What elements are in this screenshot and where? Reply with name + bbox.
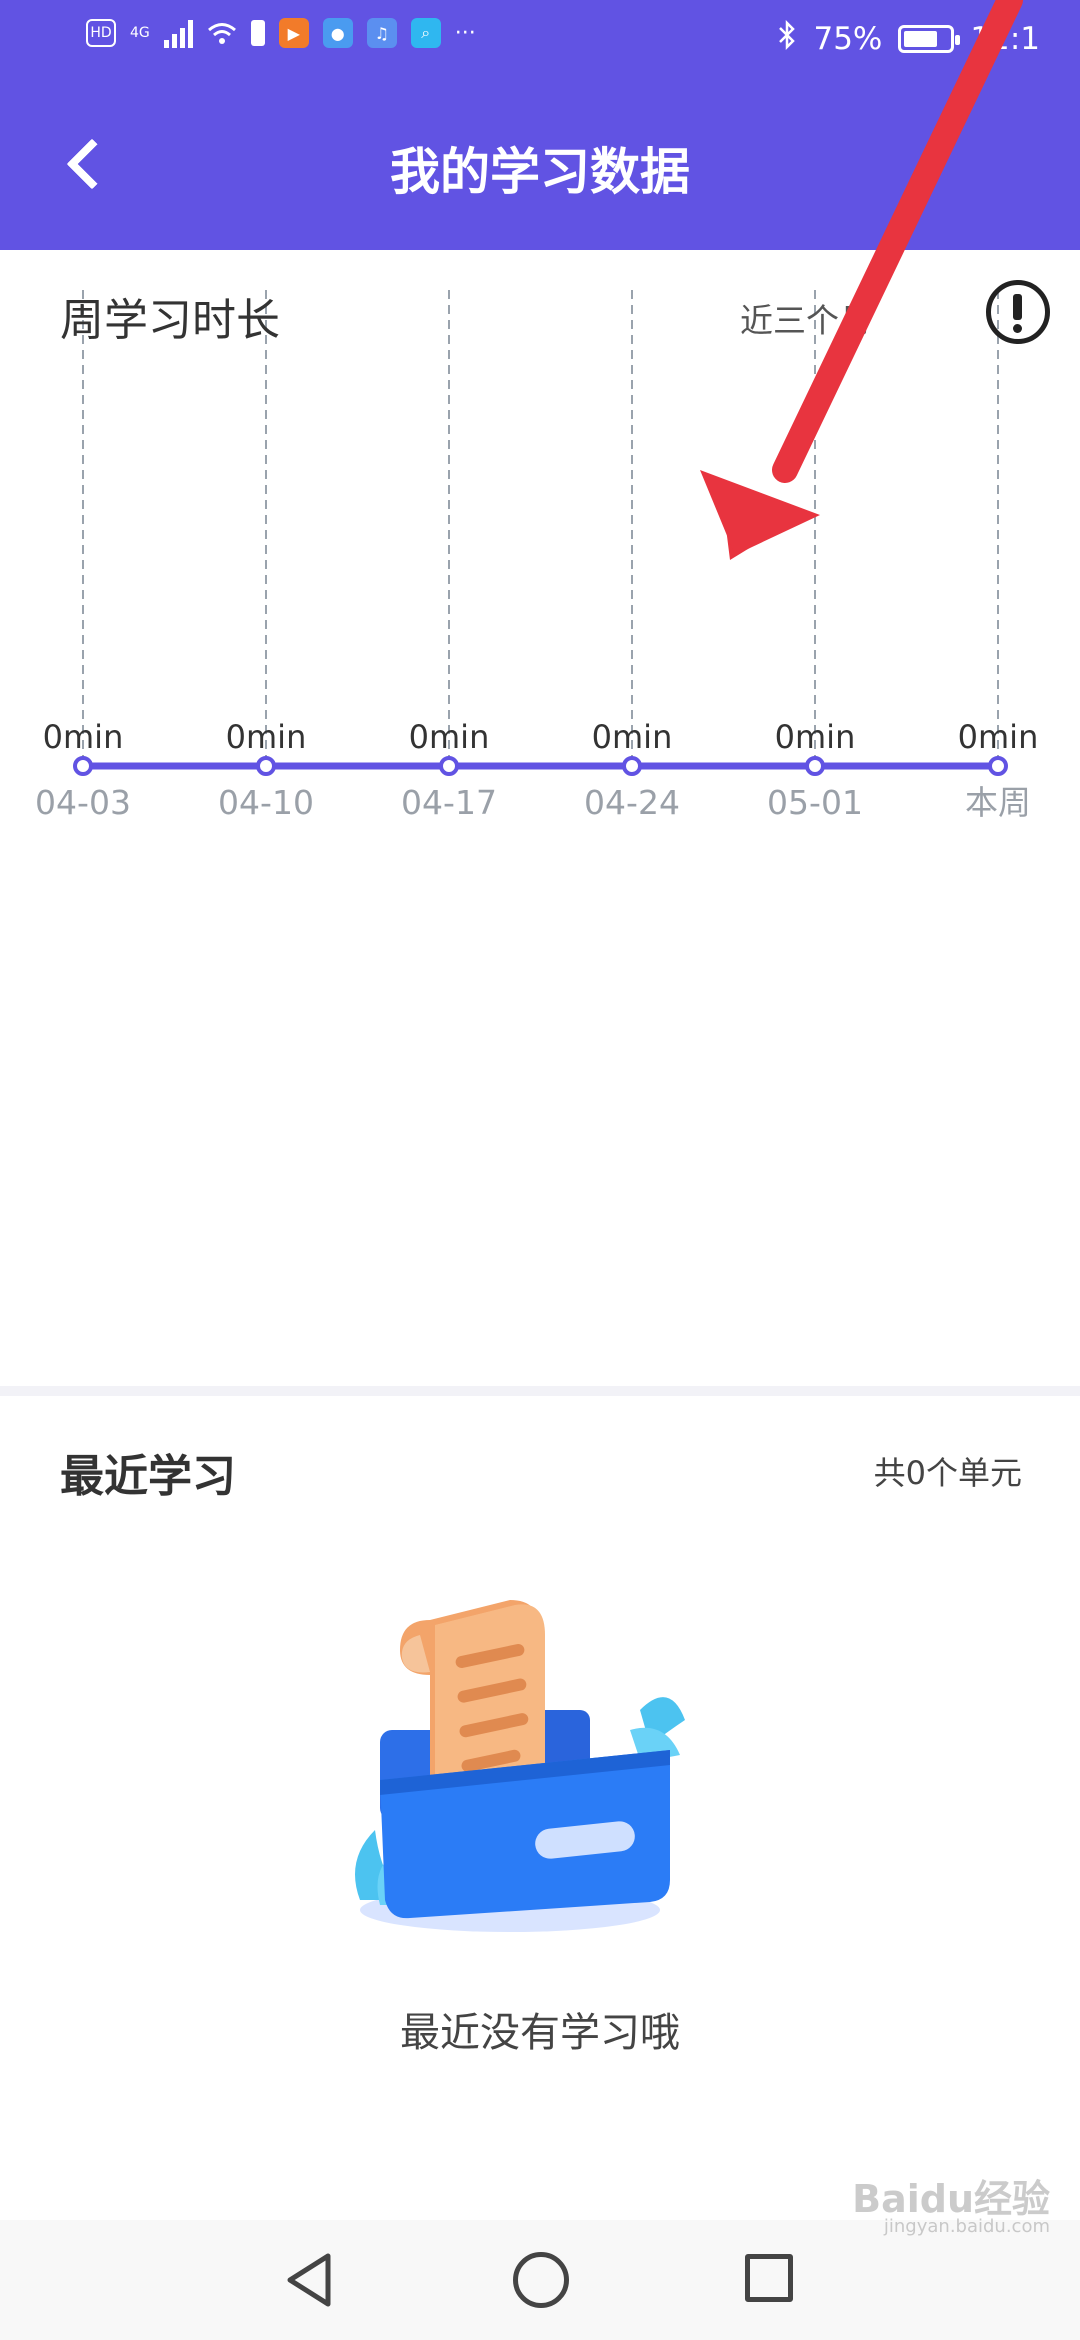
app-header-bar: HD 4G ▶ ● ♫ ⌕ ··· 75% 12:1 我的学习数据 — [0, 0, 1080, 250]
square-recents-icon[interactable] — [745, 2254, 793, 2302]
data-label: 0min — [775, 718, 856, 756]
data-point — [439, 756, 459, 776]
baidu-watermark: Baidu经验 jingyan.baidu.com — [852, 2180, 1050, 2236]
data-point — [988, 756, 1008, 776]
empty-box-illustration — [355, 1600, 685, 1932]
range-selector-button[interactable]: 近三个月 — [740, 294, 872, 342]
empty-state-text: 最近没有学习哦 — [400, 2010, 680, 2056]
watermark-text: Baidu经验 — [852, 2177, 1050, 2221]
battery-icon — [898, 25, 961, 53]
data-point — [73, 756, 93, 776]
contacts-app-icon: ● — [322, 18, 353, 48]
video-app-icon: ▶ — [278, 18, 309, 48]
wifi-icon — [207, 18, 237, 48]
search-app-icon: ⌕ — [410, 18, 441, 48]
data-label: 0min — [958, 718, 1039, 756]
recent-study-title: 最近学习 — [60, 1451, 236, 1502]
section-divider — [0, 1386, 1080, 1396]
triangle-back-icon[interactable] — [282, 2250, 338, 2310]
circle-home-icon[interactable] — [513, 2252, 569, 2308]
status-icons-right: 75% 12:1 — [777, 19, 1040, 58]
status-bar: HD 4G ▶ ● ♫ ⌕ ··· 75% 12:1 — [0, 0, 1080, 84]
card-title: 周学习时长 — [60, 295, 280, 346]
data-label: 0min — [592, 718, 673, 756]
tick-label: 05-01 — [767, 783, 863, 822]
battery-percent: 75% — [813, 21, 883, 57]
network-type-icon: 4G — [130, 25, 150, 41]
data-point — [622, 756, 642, 776]
tick-label: 04-10 — [218, 783, 314, 822]
tick-label: 04-17 — [401, 783, 497, 822]
page-header: 我的学习数据 — [0, 84, 1080, 250]
tick-label: 04-24 — [584, 783, 680, 822]
data-point — [256, 756, 276, 776]
data-label: 0min — [409, 718, 490, 756]
weekly-study-chart: 0min 04-03 0min 04-10 0min 04-17 0min 04-24 0min… — [35, 290, 1039, 822]
clock: 12:1 — [970, 21, 1040, 57]
page-title: 我的学习数据 — [390, 143, 690, 201]
signal-icon — [163, 18, 193, 48]
data-point — [805, 756, 825, 776]
data-label: 0min — [226, 718, 307, 756]
weekly-study-card: 0min 04-03 0min 04-10 0min 04-17 0min 04-24 0min… — [0, 250, 1080, 1388]
system-nav-bar — [0, 2220, 1080, 2340]
bluetooth-icon — [777, 19, 797, 58]
status-icons-left: HD 4G ▶ ● ♫ ⌕ ··· — [86, 18, 476, 48]
exclamation-circle-icon[interactable] — [986, 280, 1050, 344]
hd-icon: HD — [86, 19, 116, 47]
tick-label: 04-03 — [35, 783, 131, 822]
music-app-icon: ♫ — [366, 18, 397, 48]
unit-count: 共0个单元 — [873, 1454, 1022, 1492]
tick-label: 本周 — [965, 783, 1031, 822]
more-notifications-icon: ··· — [454, 20, 476, 46]
data-label: 0min — [43, 718, 124, 756]
battery-saver-icon — [250, 20, 265, 46]
